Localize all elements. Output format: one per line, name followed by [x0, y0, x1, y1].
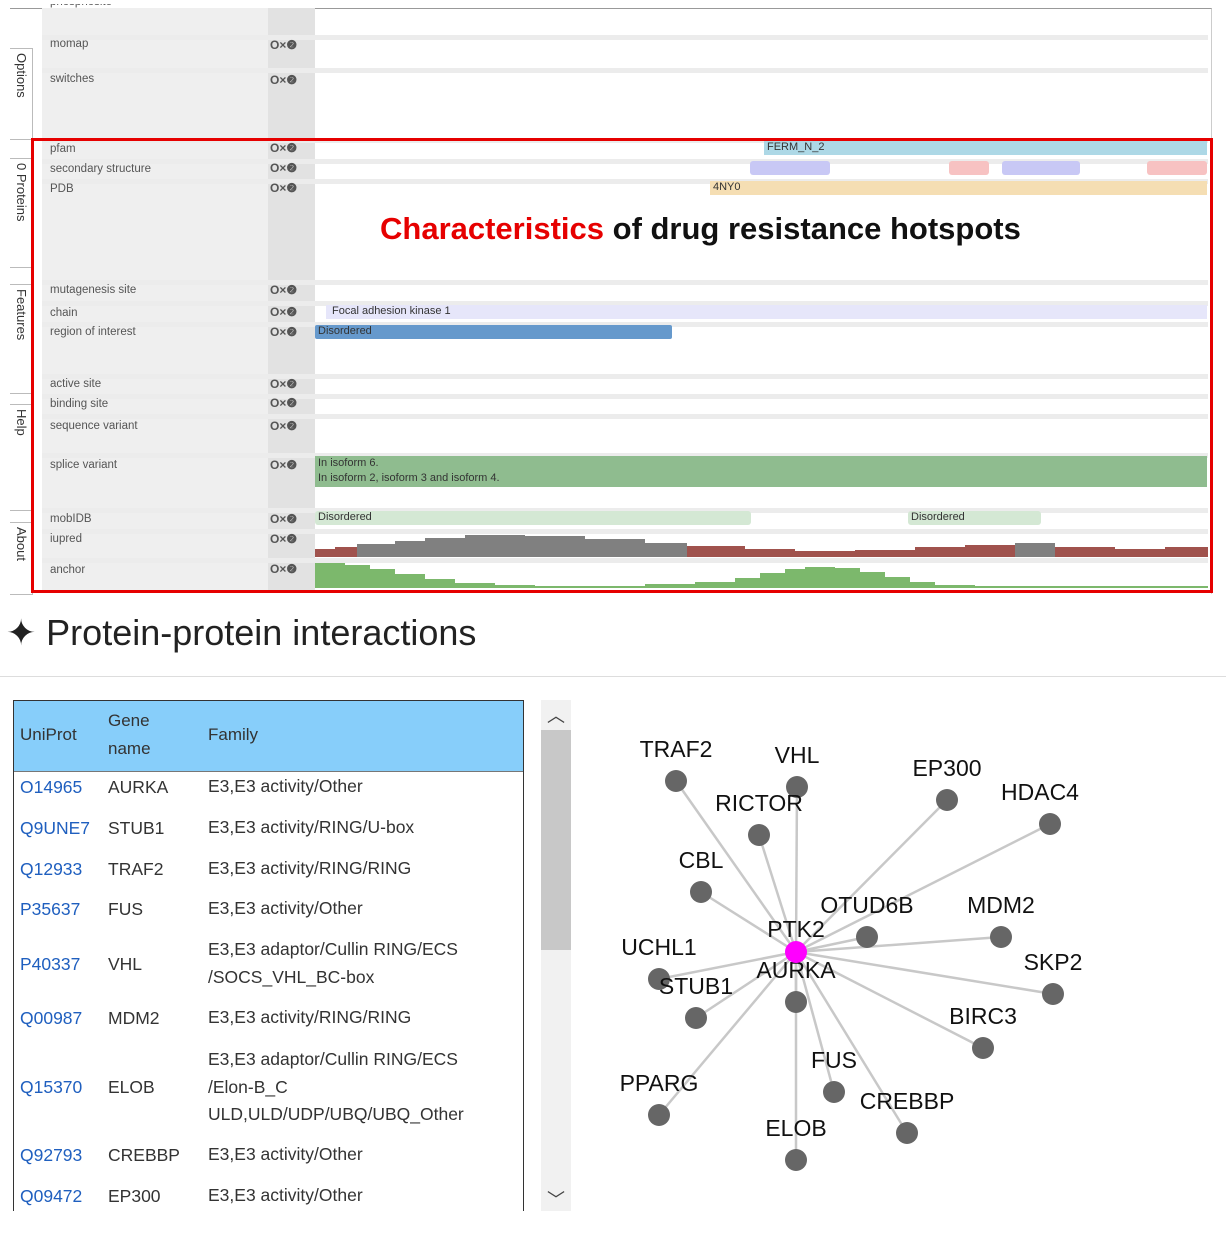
- track-row-momap: momap O×❷: [42, 35, 1208, 67]
- tab-proteins-label: 0 Proteins: [14, 163, 29, 222]
- interaction-network: TRAF2 VHL EP300 HDAC4 RICTOR CBL OTUD6B MDM2 UCH…: [620, 736, 1083, 1171]
- scrollbar-thumb[interactable]: [541, 730, 571, 950]
- gene-cell: ELOB: [108, 1077, 155, 1097]
- node-label-ep300: EP300: [912, 755, 981, 781]
- tab-features[interactable]: Features: [10, 284, 33, 394]
- node-birc3[interactable]: [972, 1037, 994, 1059]
- node-skp2[interactable]: [1042, 983, 1064, 1005]
- node-crebbp[interactable]: [896, 1122, 918, 1144]
- tab-help[interactable]: Help: [10, 404, 33, 511]
- tab-options[interactable]: Options: [10, 48, 33, 140]
- column-header-uniprot[interactable]: UniProt: [20, 721, 77, 749]
- node-aurka[interactable]: [785, 991, 807, 1013]
- scroll-up-icon[interactable]: ︿: [541, 702, 571, 728]
- gene-cell: EP300: [108, 1186, 161, 1206]
- tab-help-label: Help: [14, 409, 29, 436]
- node-label-cbl: CBL: [679, 847, 724, 873]
- tab-proteins[interactable]: 0 Proteins: [10, 158, 33, 268]
- node-label-traf2: TRAF2: [640, 736, 713, 762]
- track-label: switches: [50, 73, 95, 85]
- node-fus[interactable]: [823, 1081, 845, 1103]
- node-label-pparg: PPARG: [620, 1070, 699, 1096]
- tab-about-label: About: [14, 527, 29, 561]
- uniprot-link[interactable]: P40337: [20, 954, 80, 975]
- edge-hdac4: [795, 822, 1051, 954]
- tab-about[interactable]: About: [10, 522, 33, 595]
- node-rictor[interactable]: [748, 824, 770, 846]
- uniprot-link[interactable]: Q09472: [20, 1186, 82, 1207]
- family-cell: E3,E3 activity/RING/RING: [208, 858, 412, 878]
- column-header-gene-line2: name: [108, 739, 151, 758]
- gene-cell: VHL: [108, 954, 143, 974]
- family-cell: E3,E3 adaptor/Cullin RING/ECS /SOCS_VHL_…: [208, 939, 458, 987]
- uniprot-link[interactable]: O14965: [20, 777, 82, 798]
- track-label: momap: [50, 38, 89, 50]
- gene-cell: MDM2: [108, 1008, 160, 1028]
- node-label-crebbp: CREBBP: [860, 1088, 955, 1114]
- node-stub1[interactable]: [685, 1007, 707, 1029]
- track-row-cutoff: phosphosite: [42, 4, 1208, 14]
- overlay-title: Characteristics of drug resistance hotsp…: [380, 211, 1021, 247]
- node-label-center: PTK2: [767, 916, 825, 942]
- section-divider: [0, 676, 1226, 677]
- track-controls[interactable]: O×❷: [270, 38, 297, 52]
- node-label-uchl1: UCHL1: [621, 934, 696, 960]
- family-cell: E3,E3 activity/Other: [208, 1144, 363, 1164]
- node-label-vhl: VHL: [775, 742, 820, 768]
- node-label-elob: ELOB: [765, 1115, 826, 1141]
- node-label-rictor: RICTOR: [715, 790, 803, 816]
- node-pparg[interactable]: [648, 1104, 670, 1126]
- node-traf2[interactable]: [665, 770, 687, 792]
- scroll-down-icon[interactable]: ﹀: [541, 1186, 571, 1212]
- node-label-stub1: STUB1: [659, 973, 733, 999]
- node-label-hdac4: HDAC4: [1001, 779, 1079, 805]
- gene-cell: STUB1: [108, 818, 165, 838]
- family-cell: E3,E3 activity/Other: [208, 1185, 363, 1205]
- node-label-otud6b: OTUD6B: [820, 892, 913, 918]
- node-ep300[interactable]: [936, 789, 958, 811]
- column-header-gene[interactable]: Gene name: [108, 707, 151, 763]
- uniprot-link[interactable]: Q12933: [20, 859, 82, 880]
- tab-options-label: Options: [14, 53, 29, 98]
- overlay-title-rest: of drug resistance hotspots: [604, 211, 1021, 246]
- column-header-family[interactable]: Family: [208, 721, 258, 749]
- uniprot-link[interactable]: Q00987: [20, 1008, 82, 1029]
- gene-cell: AURKA: [108, 777, 169, 797]
- node-otud6b[interactable]: [856, 926, 878, 948]
- column-header-gene-line1: Gene: [108, 711, 150, 730]
- node-mdm2[interactable]: [990, 926, 1012, 948]
- node-label-fus: FUS: [811, 1047, 857, 1073]
- table-header: UniProt Gene name Family: [14, 701, 523, 772]
- track-label: phosphosite: [50, 4, 112, 8]
- uniprot-link[interactable]: Q15370: [20, 1077, 82, 1098]
- node-center[interactable]: [785, 941, 807, 963]
- node-label-birc3: BIRC3: [949, 1003, 1017, 1029]
- hotspot-highlight-box: [31, 138, 1213, 593]
- track-controls[interactable]: O×❷: [270, 73, 297, 87]
- node-label-skp2: SKP2: [1024, 949, 1083, 975]
- gene-cell: TRAF2: [108, 859, 164, 879]
- overlay-title-highlight: Characteristics: [380, 211, 605, 246]
- gene-cell: CREBBP: [108, 1145, 180, 1165]
- family-cell: E3,E3 adaptor/Cullin RING/ECS /Elon-B_C …: [208, 1049, 464, 1124]
- node-cbl[interactable]: [690, 881, 712, 903]
- section-heading: ✦ Protein-protein interactions: [6, 612, 477, 653]
- interaction-table: UniProt Gene name Family O14965 AURKA E3…: [13, 700, 524, 1211]
- uniprot-link[interactable]: Q92793: [20, 1145, 82, 1166]
- uniprot-link[interactable]: Q9UNE7: [20, 818, 90, 839]
- family-cell: E3,E3 activity/RING/U-box: [208, 817, 415, 837]
- family-cell: E3,E3 activity/RING/RING: [208, 1007, 412, 1027]
- uniprot-link[interactable]: P35637: [20, 899, 80, 920]
- family-cell: E3,E3 activity/Other: [208, 776, 363, 796]
- node-elob[interactable]: [785, 1149, 807, 1171]
- track-row-switches: switches O×❷: [42, 68, 1208, 134]
- tab-features-label: Features: [14, 289, 29, 341]
- node-label-mdm2: MDM2: [967, 892, 1035, 918]
- family-cell: E3,E3 activity/Other: [208, 898, 363, 918]
- gene-cell: FUS: [108, 899, 143, 919]
- node-hdac4[interactable]: [1039, 813, 1061, 835]
